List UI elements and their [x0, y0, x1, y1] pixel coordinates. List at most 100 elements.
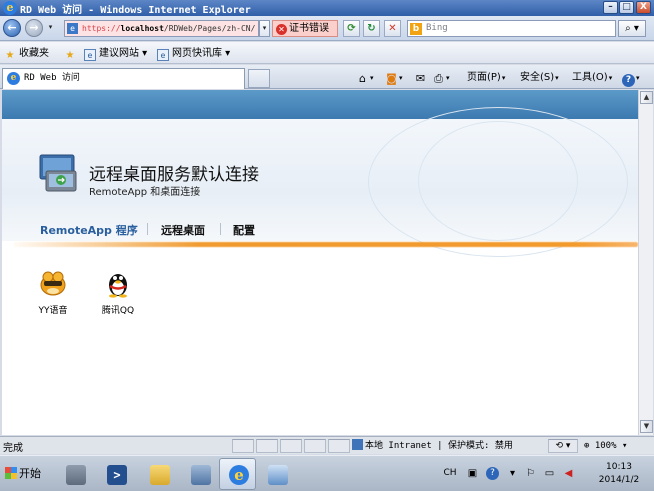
orange-divider [14, 242, 638, 247]
browser-tab[interactable]: e RD Web 访问 [2, 68, 245, 89]
read-mail-button[interactable]: ✉ [414, 70, 427, 85]
back-button[interactable]: ← [3, 19, 21, 37]
network-icon[interactable]: ▭ [543, 467, 556, 480]
nav-remoteapp-programs[interactable]: RemoteApp 程序 [40, 222, 138, 238]
protected-mode-button[interactable]: ⟲ ▾ [548, 439, 578, 453]
intranet-zone-icon [352, 439, 363, 450]
taskbar-powershell[interactable]: > [97, 458, 134, 490]
scroll-down-arrow[interactable]: ▼ [640, 420, 653, 433]
feeds-button[interactable]: ◙ ▾ [385, 70, 402, 85]
scroll-up-arrow[interactable]: ▲ [640, 91, 653, 104]
close-button[interactable]: X [636, 1, 651, 14]
help-tray-icon[interactable]: ? [486, 467, 499, 480]
zoom-control[interactable]: ⊕ 100% ▾ [584, 439, 627, 453]
stop-icon[interactable]: ✕ [384, 20, 401, 37]
cert-error-label: 证书错误 [289, 23, 329, 34]
print-button[interactable]: ⎙ ▾ [432, 70, 449, 85]
language-indicator[interactable]: CH [442, 467, 458, 480]
action-center-flag-icon[interactable]: ⚐ [524, 467, 537, 480]
tools-menu[interactable]: 工具(O)▾ [572, 70, 612, 85]
tools-menu-label: 工具(O) [572, 72, 608, 83]
app-tile-yy[interactable]: YY语音 [23, 268, 83, 316]
taskbar-app-manager[interactable] [181, 458, 218, 490]
error-x-icon: ✕ [276, 24, 287, 35]
url-path: /RDWeb/Pages/zh-CN/ [163, 24, 256, 33]
safety-menu[interactable]: 安全(S)▾ [520, 70, 559, 85]
remote-desktop-logo-icon [39, 154, 77, 192]
taskbar-internet-explorer[interactable]: e [219, 458, 256, 490]
suggested-sites-link[interactable]: e 建议网站 ▾ [84, 46, 147, 61]
security-zone[interactable]: 本地 Intranet | 保护模式: 禁用 [352, 439, 513, 453]
status-segment [280, 439, 302, 453]
compatibility-view-icon[interactable]: ⟳ [343, 20, 360, 37]
web-slice-gallery-link[interactable]: e 网页快讯库 ▾ [157, 46, 230, 61]
nav-separator [220, 223, 221, 235]
powershell-icon: > [107, 465, 127, 485]
qq-penguin-icon [109, 274, 127, 298]
maximize-button[interactable]: □ [619, 1, 634, 14]
suggested-sites-icon: e [84, 49, 96, 61]
app-label-yy: YY语音 [38, 306, 68, 316]
taskbar-explorer[interactable] [140, 458, 177, 490]
start-label: 开始 [19, 467, 41, 480]
volume-muted-icon[interactable]: ◀ [562, 467, 575, 480]
system-tray: CH ▣ ? ▾ ⚐ ▭ ◀ 10:13 2014/1/2 [440, 458, 654, 490]
remote-desktop-icon [268, 465, 288, 485]
server-manager-icon [66, 465, 86, 485]
recent-pages-dropdown[interactable]: ▾ [46, 20, 55, 37]
remoteapp-manager-icon [191, 465, 211, 485]
nav-remote-desktop[interactable]: 远程桌面 [161, 222, 205, 238]
new-tab-button[interactable] [248, 69, 270, 88]
address-bar: ← → ▾ e https://localhost/RDWeb/Pages/zh… [0, 16, 654, 41]
web-slice-icon: e [157, 49, 169, 61]
app-tile-qq[interactable]: 腾讯QQ [88, 268, 148, 316]
minimize-button[interactable]: – [603, 1, 618, 14]
clock[interactable]: 10:13 2014/1/2 [588, 461, 650, 487]
page-menu-label: 页面(P) [467, 72, 501, 83]
taskbar-server-manager[interactable] [56, 458, 93, 490]
status-segment [304, 439, 326, 453]
ie-logo-icon: e [3, 1, 17, 15]
clock-time: 10:13 [606, 462, 632, 472]
page-menu[interactable]: 页面(P)▾ [467, 70, 505, 85]
home-icon: ⌂ [359, 72, 366, 85]
taskbar-remote-desktop[interactable] [258, 458, 295, 490]
rss-icon: ◙ [386, 72, 397, 85]
start-button[interactable]: 开始 [1, 459, 45, 489]
page-content: 远程桌面服务默认连接 RemoteApp 和桌面连接 RemoteApp 程序 … [2, 90, 638, 435]
add-favorite-icon: ★ [65, 50, 75, 61]
yy-voice-icon [40, 271, 66, 296]
refresh-icon[interactable]: ↻ [363, 20, 380, 37]
status-text: 完成 [3, 443, 23, 454]
favorites-star-icon: ★ [5, 50, 15, 61]
ime-icon[interactable]: ▣ [466, 467, 479, 480]
certificate-error-button[interactable]: ✕ 证书错误 [272, 20, 338, 37]
folder-icon [150, 465, 170, 485]
url-scheme: https:// [82, 24, 121, 33]
forward-button[interactable]: → [25, 19, 43, 37]
nav-configuration[interactable]: 配置 [233, 222, 255, 238]
url-input[interactable]: e https://localhost/RDWeb/Pages/zh-CN/ [64, 20, 259, 37]
status-segment [256, 439, 278, 453]
zone-label: 本地 Intranet | 保护模式: 禁用 [365, 441, 513, 451]
tray-options-icon[interactable]: ▾ [506, 467, 519, 480]
title-bar: e RD Web 访问 - Windows Internet Explorer … [0, 0, 654, 16]
ie-window: e RD Web 访问 - Windows Internet Explorer … [0, 0, 654, 491]
status-bar: 完成 本地 Intranet | 保护模式: 禁用 ⟲ ▾ ⊕ 100% ▾ [0, 436, 654, 454]
search-placeholder: Bing [426, 23, 448, 33]
url-dropdown[interactable]: ▾ [259, 20, 270, 37]
page-title: 远程桌面服务默认连接 [89, 165, 259, 185]
status-segment [328, 439, 350, 453]
help-menu[interactable]: ? ▾ [622, 70, 640, 87]
zoom-level: 100% [594, 441, 617, 451]
add-to-favorites-button[interactable]: ★ [64, 46, 79, 61]
favorites-label: 收藏夹 [19, 48, 49, 59]
search-button[interactable]: ⌕ ▾ [618, 20, 646, 37]
url-host: localhost [120, 24, 164, 33]
nav-separator [147, 223, 148, 235]
home-button[interactable]: ⌂ ▾ [356, 70, 374, 85]
search-input[interactable]: b Bing [407, 20, 616, 37]
favorites-button[interactable]: ★ 收藏夹 [4, 46, 49, 61]
window-title: RD Web 访问 - Windows Internet Explorer [20, 5, 251, 16]
vertical-scrollbar[interactable]: ▲ ▼ [638, 90, 653, 435]
